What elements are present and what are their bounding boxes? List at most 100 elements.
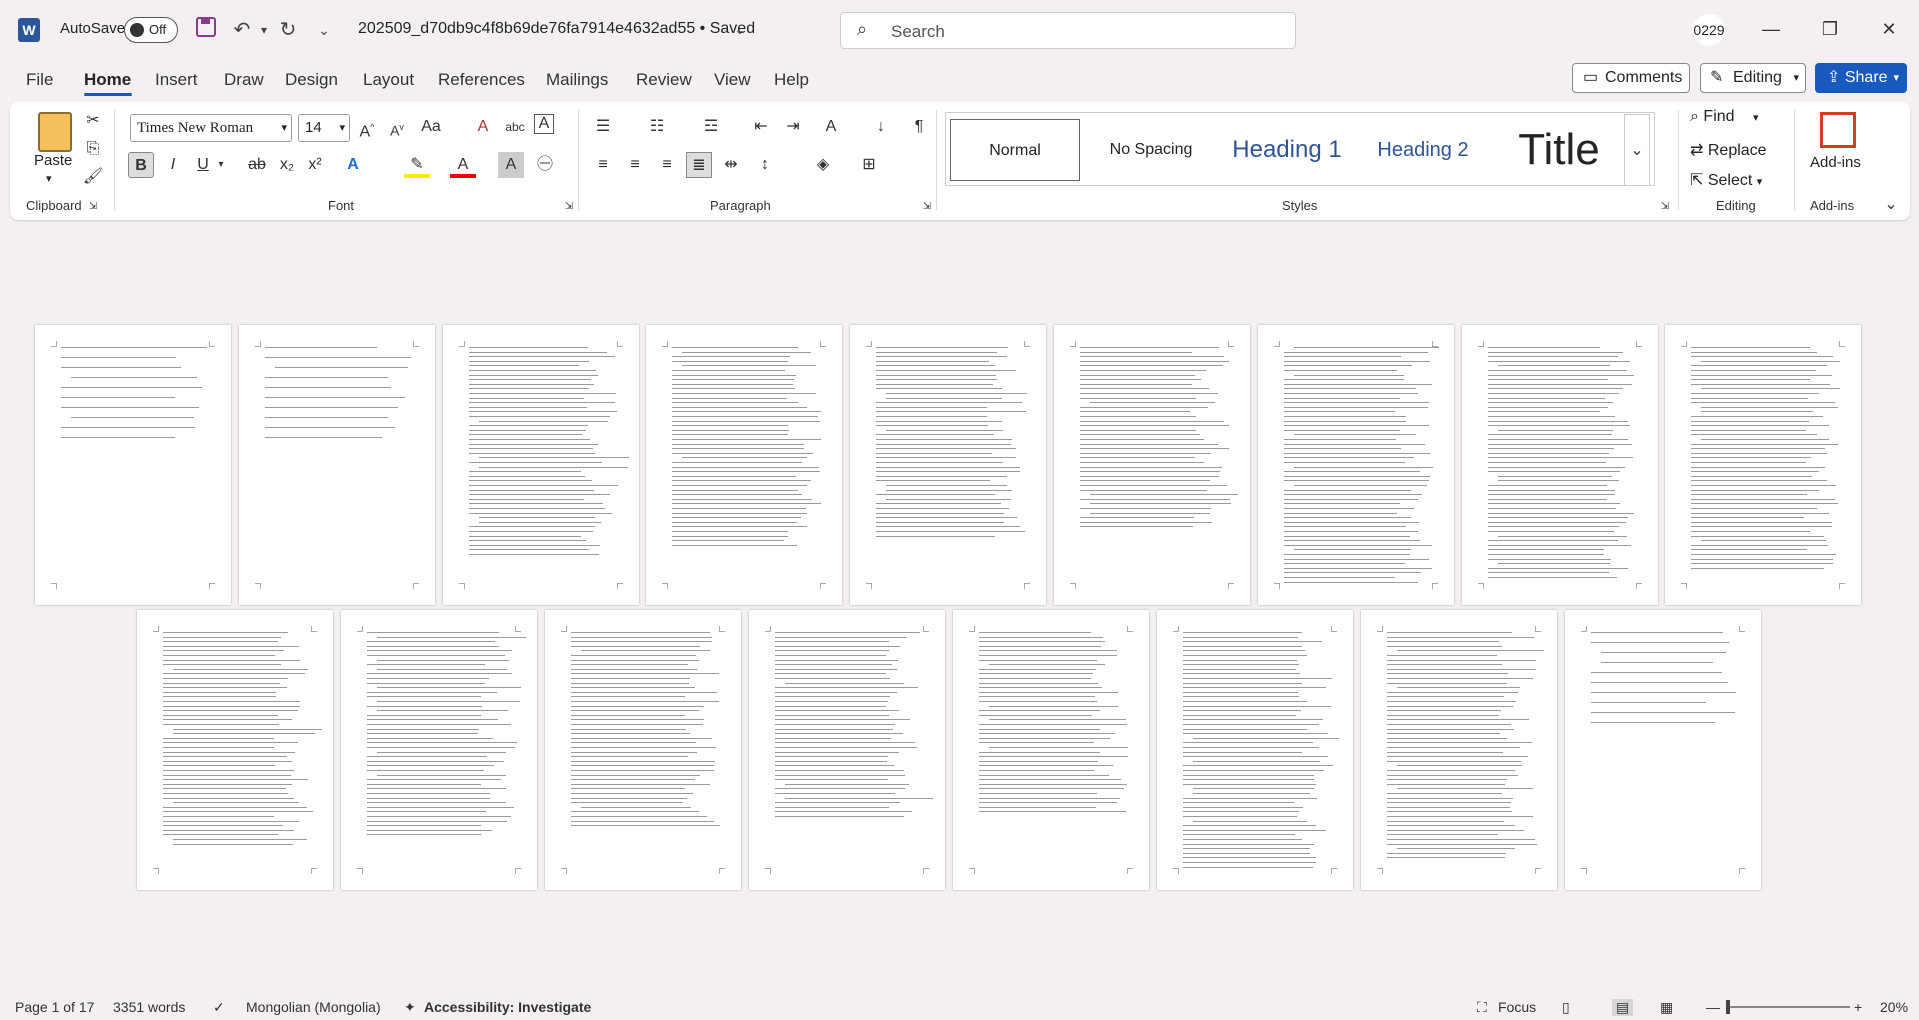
document-page-thumbnail[interactable] — [545, 610, 741, 890]
paste-icon[interactable] — [38, 112, 72, 152]
asian-layout-icon[interactable]: A — [818, 114, 844, 140]
document-page-thumbnail[interactable] — [1157, 610, 1353, 890]
change-case-icon[interactable]: Aa — [418, 114, 444, 140]
collapse-ribbon-icon[interactable]: ⌄ — [1878, 192, 1904, 218]
numbering-icon[interactable]: ☷ — [644, 114, 670, 140]
shading-icon[interactable]: ◈ — [810, 152, 836, 178]
strikethrough-icon[interactable]: ab — [244, 152, 270, 178]
tab-references[interactable]: References — [438, 70, 525, 90]
style-no-spacing[interactable]: No Spacing — [1086, 119, 1216, 181]
bold-icon[interactable]: B — [128, 152, 154, 178]
format-painter-icon[interactable]: 🖌 — [80, 164, 106, 190]
replace-button[interactable]: ⇄ Replace — [1690, 140, 1767, 160]
tab-review[interactable]: Review — [636, 70, 692, 90]
paste-dropdown-icon[interactable]: ▾ — [46, 172, 52, 185]
tab-layout[interactable]: Layout — [363, 70, 414, 90]
superscript-icon[interactable]: x² — [302, 152, 328, 178]
align-left-icon[interactable]: ≡ — [590, 152, 616, 178]
addins-icon[interactable] — [1820, 112, 1856, 148]
tab-design[interactable]: Design — [285, 70, 338, 90]
document-page-thumbnail[interactable] — [953, 610, 1149, 890]
bullets-icon[interactable]: ☰ — [590, 114, 616, 140]
phonetic-guide-icon[interactable]: abc — [502, 114, 528, 140]
document-page-thumbnail[interactable] — [749, 610, 945, 890]
increase-indent-icon[interactable]: ⇥ — [780, 114, 806, 140]
document-page-thumbnail[interactable] — [443, 325, 639, 605]
text-effects-icon[interactable]: A — [340, 152, 366, 178]
word-count[interactable]: 3351 words — [113, 999, 185, 1015]
align-center-icon[interactable]: ≡ — [622, 152, 648, 178]
editing-mode-button[interactable]: ✎ Editing ▾ — [1700, 63, 1806, 93]
close-icon[interactable]: ✕ — [1874, 14, 1904, 44]
web-layout-icon[interactable]: ▦ — [1660, 999, 1673, 1016]
font-family-select[interactable]: Times New Roman ▾ — [130, 114, 292, 142]
read-mode-icon[interactable]: ▯ — [1562, 999, 1570, 1016]
document-page-thumbnail[interactable] — [137, 610, 333, 890]
document-page-thumbnail[interactable] — [341, 610, 537, 890]
document-page-thumbnail[interactable] — [1665, 325, 1861, 605]
title-dropdown-icon[interactable]: ⌄ — [726, 16, 754, 44]
accessibility-status[interactable]: Accessibility: Investigate — [424, 999, 591, 1015]
style-heading-1[interactable]: Heading 1 — [1222, 119, 1352, 181]
clear-formatting-icon[interactable]: A — [470, 114, 496, 140]
sort-icon[interactable]: ↓ — [868, 114, 894, 140]
document-page-thumbnail[interactable] — [1462, 325, 1658, 605]
tab-draw[interactable]: Draw — [224, 70, 264, 90]
distributed-icon[interactable]: ⇹ — [718, 152, 744, 178]
align-right-icon[interactable]: ≡ — [654, 152, 680, 178]
copy-icon[interactable]: ⎘ — [80, 136, 106, 162]
justify-icon[interactable]: ≣ — [686, 152, 712, 178]
cut-icon[interactable]: ✂ — [80, 108, 106, 134]
underline-dropdown-icon[interactable]: ▾ — [208, 152, 234, 178]
restore-icon[interactable]: ❐ — [1815, 14, 1845, 44]
page-count[interactable]: Page 1 of 17 — [15, 999, 94, 1015]
user-avatar[interactable]: 0229 — [1693, 14, 1725, 46]
styles-launcher-icon[interactable]: ⇲ — [1652, 194, 1678, 220]
document-page-thumbnail[interactable] — [1054, 325, 1250, 605]
find-button[interactable]: ⌕ Find ▾ — [1690, 108, 1759, 126]
zoom-level[interactable]: 20% — [1880, 999, 1908, 1015]
subscript-icon[interactable]: x₂ — [274, 152, 300, 178]
focus-icon[interactable]: ⛶ — [1477, 999, 1487, 1016]
tab-file[interactable]: File — [26, 70, 53, 90]
document-page-thumbnail[interactable] — [239, 325, 435, 605]
document-page-thumbnail[interactable] — [1258, 325, 1454, 605]
proofing-icon[interactable]: ✓ — [213, 999, 225, 1016]
tab-home[interactable]: Home — [84, 70, 131, 90]
redo-icon[interactable]: ↻ — [274, 16, 302, 44]
enclose-characters-icon[interactable]: ㊀ — [532, 152, 558, 178]
italic-icon[interactable]: I — [160, 152, 186, 178]
comments-button[interactable]: ▭ Comments — [1572, 63, 1690, 93]
zoom-out-icon[interactable]: — — [1706, 999, 1720, 1015]
document-page-thumbnail[interactable] — [1565, 610, 1761, 890]
print-layout-icon[interactable]: ▤ — [1612, 999, 1634, 1016]
line-spacing-icon[interactable]: ↕ — [752, 152, 778, 178]
autosave-toggle[interactable]: Off — [124, 17, 178, 43]
customize-qat-icon[interactable]: ⌄ — [310, 16, 338, 44]
grow-font-icon[interactable]: A^ — [354, 114, 380, 140]
zoom-in-icon[interactable]: + — [1854, 999, 1862, 1015]
style-heading-2[interactable]: Heading 2 — [1358, 119, 1488, 181]
tab-mailings[interactable]: Mailings — [546, 70, 608, 90]
shrink-font-icon[interactable]: Av — [384, 114, 410, 140]
character-border-icon[interactable]: A — [534, 114, 554, 134]
highlight-icon[interactable]: ✎ — [404, 152, 430, 178]
language[interactable]: Mongolian (Mongolia) — [246, 999, 381, 1015]
decrease-indent-icon[interactable]: ⇤ — [748, 114, 774, 140]
share-button[interactable]: ⇪ Share ▾ — [1815, 63, 1907, 93]
search-box[interactable]: ⌕ Search — [840, 12, 1296, 49]
font-size-select[interactable]: 14 ▾ — [298, 114, 350, 142]
addins-button-label[interactable]: Add-ins — [1810, 154, 1861, 171]
character-shading-icon[interactable]: A — [498, 152, 524, 178]
document-title[interactable]: 202509_d70db9c4f8b69de76fa7914e4632ad55 … — [358, 20, 755, 38]
borders-icon[interactable]: ⊞ — [856, 152, 882, 178]
focus-label[interactable]: Focus — [1498, 999, 1536, 1015]
tab-insert[interactable]: Insert — [155, 70, 198, 90]
font-color-icon[interactable]: A — [450, 152, 476, 178]
document-page-thumbnail[interactable] — [646, 325, 842, 605]
styles-more-icon[interactable]: ⌄ — [1624, 114, 1650, 186]
show-formatting-icon[interactable]: ¶ — [906, 114, 932, 140]
paste-label[interactable]: Paste — [34, 152, 72, 169]
minimize-icon[interactable]: — — [1756, 14, 1786, 44]
style-normal[interactable]: Normal — [950, 119, 1080, 181]
